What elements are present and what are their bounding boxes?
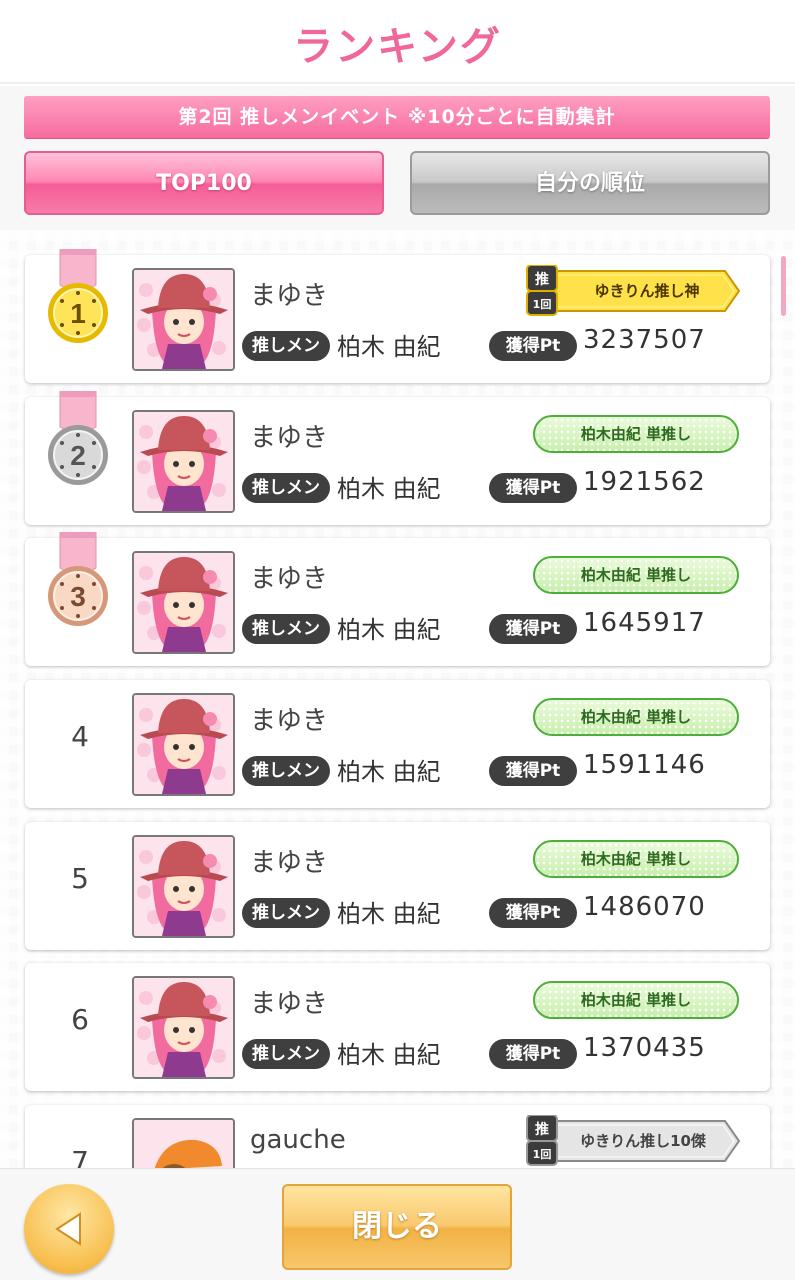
oshi-tag: 推しメン (242, 331, 330, 361)
close-button[interactable]: 閉じる (282, 1184, 512, 1270)
user-name: gauche (250, 1125, 346, 1155)
badge-icon-top: 推 (535, 271, 549, 288)
ranking-row-4[interactable]: 4 まゆき推しメン 柏木 由紀 獲得Pt 1591146 柏木由紀 単推し (25, 680, 770, 808)
points-tag: 獲得Pt (489, 756, 577, 786)
badge-icon-bottom: 1回 (533, 1147, 552, 1161)
silver-title-badge: 推 1回 ゆきりん推し10傑 (526, 1115, 741, 1166)
points-value: 1591146 (583, 750, 706, 780)
oshi-tag: 推しメン (242, 898, 330, 928)
svg-text:2: 2 (70, 440, 86, 471)
scrollbar[interactable] (781, 256, 786, 316)
points-value: 1486070 (583, 892, 706, 922)
oshi-tag: 推しメン (242, 614, 330, 644)
points-tag: 獲得Pt (489, 1039, 577, 1069)
bronze-medal-icon: 3 (48, 532, 108, 626)
title-badge: 柏木由紀 単推し (533, 556, 739, 594)
ranking-row-5[interactable]: 5 まゆき推しメン 柏木 由紀 獲得Pt 1486070 柏木由紀 単推し (25, 822, 770, 950)
oshi-tag: 推しメン (242, 473, 330, 503)
tab-my-rank[interactable]: 自分の順位 (410, 151, 770, 215)
user-name: まゆき (250, 564, 329, 594)
points-tag: 獲得Pt (489, 331, 577, 361)
badge-text: ゆきりん推し神 (594, 282, 699, 300)
points-value: 1921562 (583, 467, 706, 497)
oshi-tag: 推しメン (242, 756, 330, 786)
avatar[interactable] (132, 268, 235, 371)
avatar[interactable] (132, 693, 235, 796)
ranking-row-2[interactable]: 2 まゆき推しメン 柏木 由紀 獲得Pt 1921562 柏木由紀 単推し (25, 391, 770, 525)
title-badge: 柏木由紀 単推し (533, 981, 739, 1019)
user-name: まゆき (250, 848, 329, 878)
badge-icon-top: 推 (535, 1121, 549, 1138)
user-name: まゆき (250, 706, 329, 736)
user-name: まゆき (250, 281, 329, 311)
svg-text:3: 3 (70, 581, 86, 612)
oshi-member: 柏木 由紀 (337, 475, 441, 503)
gold-medal-icon: 1 (48, 249, 108, 343)
ranking-row-3[interactable]: 3 まゆき推しメン 柏木 由紀 獲得Pt 1645917 柏木由紀 単推し (25, 532, 770, 666)
avatar[interactable] (132, 551, 235, 654)
points-value: 1645917 (583, 608, 706, 638)
points-value: 3237507 (583, 325, 706, 355)
title-badge: 柏木由紀 単推し (533, 415, 739, 453)
back-button[interactable] (24, 1184, 114, 1274)
triangle-left-icon (55, 1212, 81, 1246)
badge-icon-bottom: 1回 (533, 297, 552, 311)
points-tag: 獲得Pt (489, 898, 577, 928)
points-value: 1370435 (583, 1033, 706, 1063)
avatar[interactable] (132, 976, 235, 1079)
event-banner: 第2回 推しメンイベント ※10分ごとに自動集計 (24, 96, 770, 138)
oshi-tag: 推しメン (242, 1039, 330, 1069)
title-badge: 柏木由紀 単推し (533, 698, 739, 736)
oshi-member: 柏木 由紀 (337, 900, 441, 928)
rank-number: 5 (71, 862, 89, 895)
points-tag: 獲得Pt (489, 614, 577, 644)
header-bar: ランキング (0, 0, 795, 84)
oshi-member: 柏木 由紀 (337, 616, 441, 644)
rank-number: 6 (71, 1003, 89, 1036)
badge-text: ゆきりん推し10傑 (580, 1132, 706, 1150)
title-badge: 柏木由紀 単推し (533, 840, 739, 878)
oshi-member: 柏木 由紀 (337, 1041, 441, 1069)
avatar[interactable] (132, 410, 235, 513)
page-title: ランキング (293, 24, 502, 70)
oshi-member: 柏木 由紀 (337, 758, 441, 786)
rank-number: 4 (71, 720, 89, 753)
silver-medal-icon: 2 (48, 391, 108, 485)
oshi-member: 柏木 由紀 (337, 333, 441, 361)
points-tag: 獲得Pt (489, 473, 577, 503)
tab-top100[interactable]: TOP100 (24, 151, 384, 215)
svg-text:1: 1 (70, 298, 86, 329)
ranking-row-6[interactable]: 6 まゆき推しメン 柏木 由紀 獲得Pt 1370435 柏木由紀 単推し (25, 963, 770, 1091)
ranking-row-1[interactable]: 1 まゆき推しメン 柏木 由紀 獲得Pt 3237507 推 1回 ゆきりん推し神 (25, 249, 770, 383)
avatar[interactable] (132, 835, 235, 938)
gold-title-badge: 推 1回 ゆきりん推し神 (526, 265, 741, 316)
user-name: まゆき (250, 423, 329, 453)
user-name: まゆき (250, 989, 329, 1019)
